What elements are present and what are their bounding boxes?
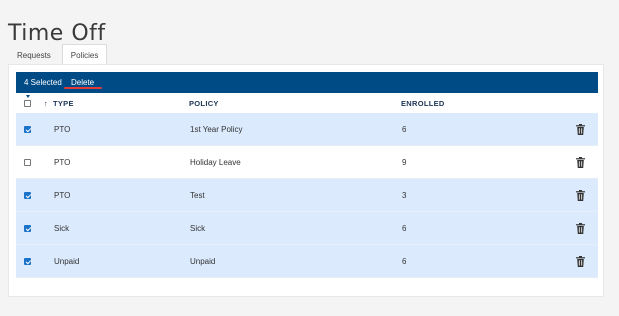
- cell-policy: 1st Year Policy: [190, 125, 243, 134]
- cell-enrolled: 9: [402, 158, 407, 167]
- table-header: ↑ TYPE POLICY ENROLLED: [16, 94, 598, 113]
- policies-table: PTO 1st Year Policy 6 PTO Holiday Leave 9 PTO T…: [16, 113, 598, 278]
- column-header-enrolled[interactable]: ENROLLED: [401, 94, 445, 113]
- page-title: Time Off: [8, 20, 106, 46]
- cell-type: Unpaid: [54, 257, 80, 266]
- cell-enrolled: 3: [402, 191, 407, 200]
- cell-type: PTO: [54, 125, 71, 134]
- column-header-type[interactable]: TYPE: [53, 94, 74, 113]
- table-row[interactable]: Unpaid Unpaid 6: [16, 245, 598, 278]
- tab-policies[interactable]: Policies: [61, 44, 108, 65]
- select-all-checkbox[interactable]: [24, 100, 31, 107]
- trash-icon[interactable]: [576, 256, 585, 267]
- cell-policy: Holiday Leave: [190, 158, 241, 167]
- table-row[interactable]: PTO Test 3: [16, 179, 598, 212]
- row-checkbox[interactable]: [24, 126, 31, 133]
- column-header-policy[interactable]: POLICY: [189, 94, 219, 113]
- table-row[interactable]: Sick Sick 6: [16, 212, 598, 245]
- cell-policy: Test: [190, 191, 205, 200]
- cell-type: PTO: [54, 191, 71, 200]
- trash-icon[interactable]: [576, 157, 585, 168]
- tab-bar: Requests Policies: [8, 44, 108, 65]
- table-row[interactable]: PTO Holiday Leave 9: [16, 146, 598, 179]
- cell-policy: Sick: [190, 224, 206, 233]
- row-checkbox[interactable]: [24, 258, 31, 265]
- cell-type: Sick: [54, 224, 70, 233]
- cell-policy: Unpaid: [190, 257, 216, 266]
- cell-enrolled: 6: [402, 125, 407, 134]
- trash-icon[interactable]: [576, 124, 585, 135]
- table-row[interactable]: PTO 1st Year Policy 6: [16, 113, 598, 146]
- tab-requests[interactable]: Requests: [8, 44, 60, 65]
- trash-icon[interactable]: [576, 190, 585, 201]
- arrow-up-icon[interactable]: ↑: [44, 94, 48, 113]
- caret-down-icon: [26, 95, 30, 98]
- trash-icon[interactable]: [576, 223, 585, 234]
- delete-underline: [64, 87, 102, 89]
- row-checkbox[interactable]: [24, 159, 31, 166]
- delete-button[interactable]: Delete: [71, 72, 94, 93]
- cell-type: PTO: [54, 158, 71, 167]
- selected-count: 4 Selected: [24, 78, 62, 87]
- row-checkbox[interactable]: [24, 225, 31, 232]
- bulk-action-bar: 4 Selected Delete: [16, 72, 598, 93]
- cell-enrolled: 6: [402, 224, 407, 233]
- row-checkbox[interactable]: [24, 192, 31, 199]
- cell-enrolled: 6: [402, 257, 407, 266]
